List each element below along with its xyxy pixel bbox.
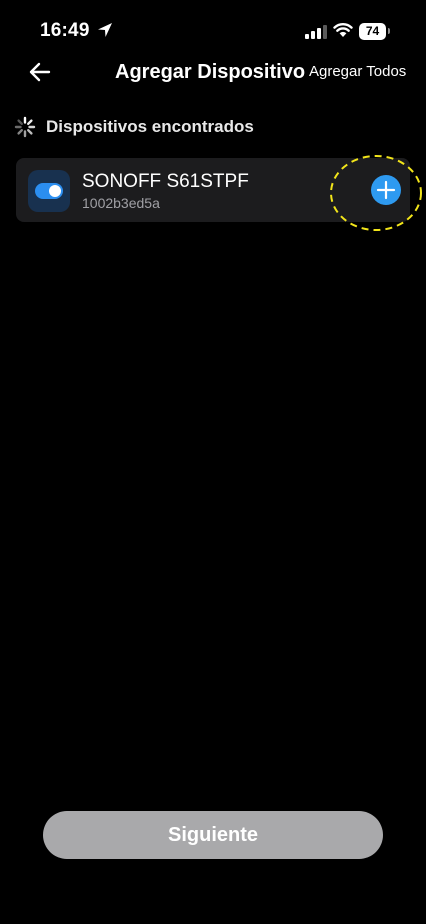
location-arrow-icon bbox=[98, 23, 112, 37]
loading-spinner-icon bbox=[14, 116, 36, 138]
cellular-signal-icon bbox=[305, 25, 327, 39]
battery-icon: 74 bbox=[359, 23, 391, 40]
device-icon bbox=[28, 170, 70, 212]
arrow-left-icon bbox=[29, 62, 51, 82]
status-time: 16:49 bbox=[40, 20, 90, 41]
page-title: Agregar Dispositivo bbox=[115, 61, 306, 83]
nav-bar: Agregar Dispositivo Agregar Todos bbox=[0, 52, 426, 92]
add-device-button[interactable] bbox=[371, 175, 401, 205]
device-list-item[interactable]: SONOFF S61STPF 1002b3ed5a bbox=[16, 158, 410, 222]
wifi-icon bbox=[333, 23, 353, 37]
device-name: SONOFF S61STPF bbox=[82, 171, 249, 192]
back-button[interactable] bbox=[22, 56, 58, 88]
plus-icon bbox=[376, 180, 396, 200]
battery-level: 74 bbox=[365, 24, 380, 38]
toggle-switch-icon bbox=[35, 183, 63, 199]
next-button[interactable]: Siguiente bbox=[43, 811, 383, 859]
device-id: 1002b3ed5a bbox=[82, 195, 160, 211]
section-title: Dispositivos encontrados bbox=[46, 117, 254, 136]
add-all-button[interactable]: Agregar Todos bbox=[309, 63, 406, 80]
